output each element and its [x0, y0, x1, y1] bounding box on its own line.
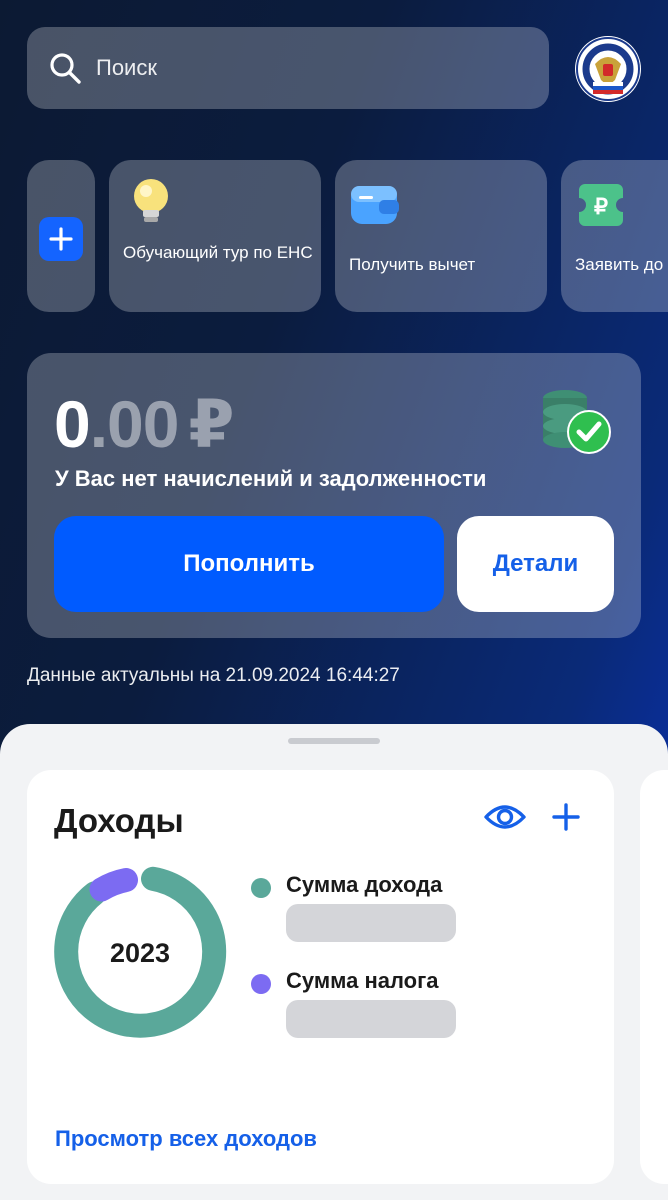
income-card[interactable]: Доходы 2023 Сумма дохода Сумма налога Пр…	[27, 770, 614, 1184]
income-amount-skeleton	[286, 904, 456, 942]
ruble-ticket-icon: ₽	[579, 184, 623, 226]
view-all-income-link[interactable]: Просмотр всех доходов	[55, 1126, 317, 1152]
quick-action-label: Заявить до	[575, 255, 664, 274]
quick-action-label: Получить вычет	[349, 255, 476, 274]
sheet-drag-handle[interactable]	[288, 738, 380, 744]
bottom-sheet: Доходы 2023 Сумма дохода Сумма налога Пр…	[0, 724, 668, 1200]
svg-text:₽: ₽	[594, 194, 608, 219]
income-legend-dot	[251, 878, 271, 898]
search-placeholder: Поиск	[96, 55, 157, 80]
add-income-icon[interactable]	[551, 802, 581, 832]
eye-icon[interactable]	[483, 800, 527, 834]
coins-check-icon	[543, 390, 611, 454]
balance-card: 0.00 ₽ У Вас нет начислений и задолженнос…	[27, 353, 641, 638]
income-legend-label: Сумма дохода	[286, 872, 443, 897]
search-bar[interactable]: Поиск	[27, 27, 549, 109]
add-shortcut-tile[interactable]	[27, 160, 95, 312]
quick-actions: Обучающий тур по ЕНС Получить вычет ₽ За…	[0, 160, 668, 314]
plus-icon	[49, 227, 73, 251]
add-shortcut-button[interactable]	[39, 217, 83, 261]
tax-amount-skeleton	[286, 1000, 456, 1038]
quick-action-declare[interactable]: ₽ Заявить до	[561, 160, 668, 312]
wallet-icon	[351, 186, 399, 224]
balance-decimal: .00	[89, 387, 180, 461]
quick-action-label: Обучающий тур по ЕНС	[123, 243, 313, 262]
donut-year: 2023	[109, 937, 171, 968]
balance-integer: 0	[54, 387, 91, 461]
lightbulb-icon	[134, 179, 168, 222]
quick-action-tour[interactable]: Обучающий тур по ЕНС	[109, 160, 321, 312]
topup-button[interactable]: Пополнить	[54, 516, 444, 612]
fns-emblem-icon[interactable]	[575, 36, 641, 102]
balance-currency: ₽	[188, 387, 234, 461]
next-card-peek[interactable]	[640, 770, 668, 1184]
balance-status: У Вас нет начислений и задолженности	[55, 466, 487, 491]
tax-legend-label: Сумма налога	[286, 968, 439, 993]
quick-action-deduction[interactable]: Получить вычет	[335, 160, 547, 312]
income-title: Доходы	[54, 802, 184, 839]
tax-legend-dot	[251, 974, 271, 994]
data-updated-text: Данные актуальны на 21.09.2024 16:44:27	[27, 665, 400, 686]
search-icon	[50, 53, 81, 84]
details-button[interactable]: Детали	[457, 516, 614, 612]
balance-amount: 0.00 ₽	[54, 386, 234, 463]
